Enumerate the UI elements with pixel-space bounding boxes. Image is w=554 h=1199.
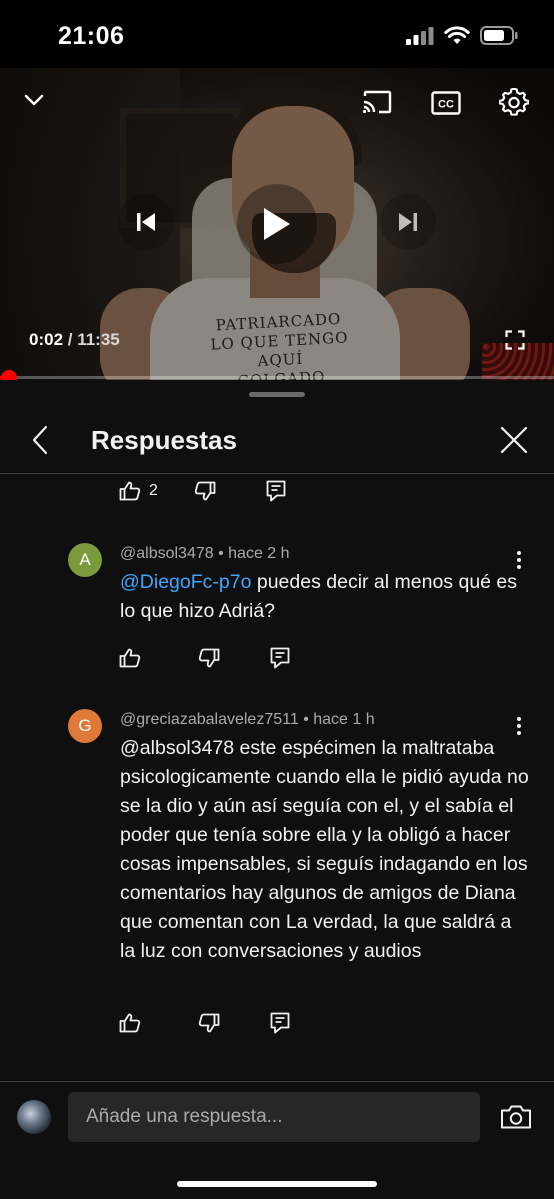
comment-actions — [119, 643, 290, 673]
camera-button[interactable] — [498, 1100, 534, 1134]
play-icon — [264, 208, 290, 240]
more-vertical-icon — [517, 551, 521, 569]
duration: 11:35 — [77, 330, 120, 349]
page-title: Respuestas — [91, 425, 237, 455]
comment-author[interactable]: @greciazabalavelez7511 — [120, 711, 299, 728]
fullscreen-icon — [505, 330, 525, 350]
drag-handle[interactable] — [249, 392, 305, 397]
replies-panel: Respuestas 2 A @albsol3478 • hace 2 h @D… — [0, 380, 554, 1080]
close-icon — [500, 426, 528, 454]
captions-icon: CC — [431, 91, 461, 115]
reply-input[interactable] — [68, 1092, 480, 1142]
comment-time: hace 2 h — [228, 545, 290, 562]
comment-time: hace 1 h — [313, 711, 375, 728]
thumbs-down-icon — [194, 481, 216, 501]
thumbs-up-icon — [119, 481, 141, 501]
comment-actions — [119, 1008, 290, 1038]
current-time: 0:02 — [29, 330, 64, 349]
wifi-icon — [444, 26, 470, 50]
cellular-signal-icon — [406, 26, 434, 50]
avatar[interactable]: A — [68, 543, 102, 577]
status-time: 21:06 — [58, 22, 125, 50]
settings-icon — [499, 88, 529, 116]
reply-button[interactable] — [270, 643, 290, 673]
camera-icon — [501, 1105, 531, 1129]
cast-icon — [362, 90, 392, 114]
cast-button[interactable] — [359, 86, 395, 118]
reply-button[interactable] — [266, 476, 286, 506]
like-count: 2 — [149, 482, 158, 499]
fullscreen-button[interactable] — [502, 327, 528, 353]
status-icons — [406, 26, 518, 50]
thumbs-up-icon — [119, 1013, 141, 1033]
like-button[interactable] — [119, 1008, 141, 1038]
chevron-left-icon — [32, 425, 48, 455]
back-button[interactable] — [22, 422, 58, 458]
minimize-button[interactable] — [20, 86, 48, 114]
like-button[interactable] — [119, 643, 141, 673]
dislike-button[interactable] — [194, 476, 216, 506]
play-button[interactable] — [237, 184, 317, 264]
panel-header: Respuestas — [0, 408, 554, 474]
thumbs-down-icon — [198, 1013, 220, 1033]
svg-text:CC: CC — [438, 99, 454, 111]
previous-button[interactable] — [118, 194, 174, 250]
like-button[interactable]: 2 — [119, 476, 158, 506]
previous-icon — [137, 213, 155, 231]
chevron-down-icon — [24, 94, 44, 106]
more-vertical-icon — [517, 717, 521, 735]
next-icon — [399, 213, 417, 231]
reply-icon — [270, 1012, 290, 1034]
thumbs-down-icon — [198, 648, 220, 668]
progress-bar[interactable] — [0, 376, 554, 379]
mention-link[interactable]: @DiegoFc-p7o — [120, 571, 251, 593]
home-indicator[interactable] — [177, 1181, 377, 1187]
dislike-button[interactable] — [198, 1008, 220, 1038]
reply-button[interactable] — [270, 1008, 290, 1038]
reply-icon — [266, 480, 286, 502]
time-display: 0:02 / 11:35 — [29, 330, 120, 350]
comment-meta: @greciazabalavelez7511 • hace 1 h — [120, 711, 375, 729]
meta-dot: • — [303, 711, 314, 728]
comment-meta: @albsol3478 • hace 2 h — [120, 545, 290, 563]
battery-icon — [480, 26, 518, 50]
comment-actions: 2 — [119, 476, 286, 506]
settings-button[interactable] — [497, 86, 531, 120]
next-button[interactable] — [380, 194, 436, 250]
comment-text: @DiegoFc-p7o puedes decir al menos qué e… — [120, 568, 530, 626]
close-button[interactable] — [494, 422, 534, 458]
user-avatar[interactable] — [17, 1100, 51, 1134]
dislike-button[interactable] — [198, 643, 220, 673]
thumbs-up-icon — [119, 648, 141, 668]
avatar[interactable]: G — [68, 709, 102, 743]
reply-composer — [0, 1081, 554, 1199]
time-separator: / — [63, 330, 78, 349]
status-bar: 21:06 — [0, 0, 554, 68]
comment-author[interactable]: @albsol3478 — [120, 545, 214, 562]
comment-text: @albsol3478 este espécimen la maltrataba… — [120, 737, 529, 962]
video-player[interactable]: PATRIARCADO LO QUE TENGO AQUÍ COLGADO CC — [0, 68, 554, 380]
meta-dot: • — [218, 545, 229, 562]
reply-icon — [270, 647, 290, 669]
captions-button[interactable]: CC — [429, 88, 463, 118]
